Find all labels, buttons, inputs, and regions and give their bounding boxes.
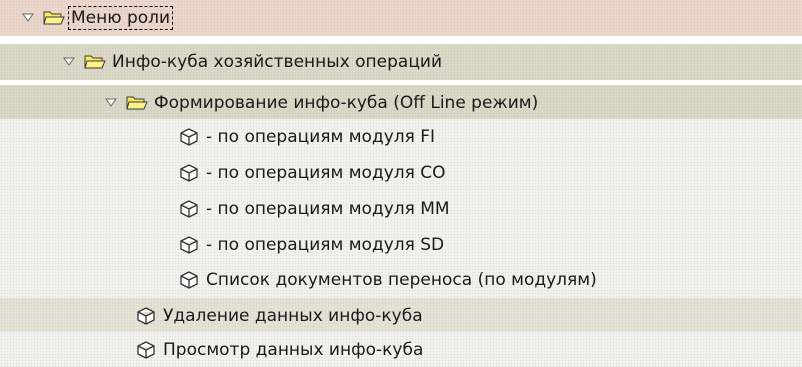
tree-node-label: Просмотр данных инфо-куба <box>163 339 424 360</box>
tree-node-label: - по операциям модуля MM <box>206 199 450 219</box>
tree-leaf-transfer-documents[interactable]: Список документов переноса (по модулям) <box>0 262 802 298</box>
tree-node-label: Инфо-куба хозяйственных операций <box>112 52 443 72</box>
tree-node-info-cube-operations[interactable]: Инфо-куба хозяйственных операций <box>0 44 802 80</box>
tree-node-label: Список документов переноса (по модулям) <box>206 270 597 290</box>
tree-node-label: Удаление данных инфо-куба <box>163 306 423 326</box>
cube-icon <box>178 199 200 219</box>
expand-triangle-icon[interactable] <box>62 55 76 69</box>
tree-node-label: - по операциям модуля SD <box>206 235 445 255</box>
cube-icon <box>135 340 157 360</box>
folder-open-icon <box>43 8 65 28</box>
cube-icon <box>178 270 200 290</box>
tree-leaf-sd-operations[interactable]: - по операциям модуля SD <box>0 227 802 263</box>
tree-leaf-co-operations[interactable]: - по операциям модуля CO <box>0 155 802 191</box>
tree-leaf-fi-operations[interactable]: - по операциям модуля FI <box>0 119 802 155</box>
expand-triangle-icon[interactable] <box>104 96 118 110</box>
cube-icon <box>178 235 200 255</box>
tree-node-label: Формирование инфо-куба (Off Line режим) <box>154 93 539 113</box>
expand-triangle-icon[interactable] <box>21 11 35 25</box>
tree-node-info-cube-forming[interactable]: Формирование инфо-куба (Off Line режим) <box>0 85 802 121</box>
cube-icon <box>135 306 157 326</box>
role-menu-tree: Меню роли Инфо-куба хозяйственных операц… <box>0 0 802 367</box>
tree-node-label: - по операциям модуля CO <box>206 163 446 183</box>
tree-node-role-menu[interactable]: Меню роли <box>0 0 802 36</box>
tree-leaf-mm-operations[interactable]: - по операциям модуля MM <box>0 191 802 227</box>
cube-icon <box>178 127 200 147</box>
tree-leaf-delete-cube-data[interactable]: Удаление данных инфо-куба <box>0 298 802 334</box>
tree-node-label: Меню роли <box>67 6 174 30</box>
tree-node-label: - по операциям модуля FI <box>206 127 436 147</box>
tree-leaf-view-cube-data[interactable]: Просмотр данных инфо-куба <box>0 332 802 367</box>
cube-icon <box>178 163 200 183</box>
folder-open-icon <box>126 93 148 113</box>
folder-open-icon <box>84 52 106 72</box>
